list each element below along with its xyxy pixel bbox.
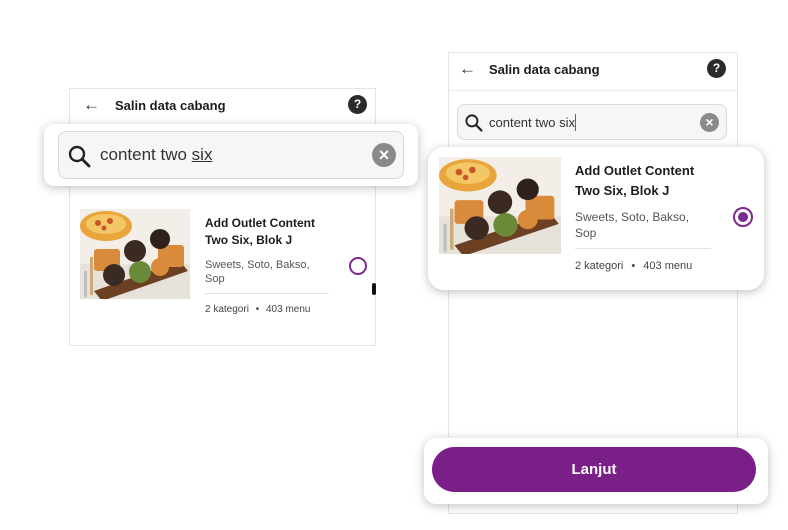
cursor-marker bbox=[372, 283, 376, 295]
kategori-count: 2 kategori bbox=[205, 304, 249, 315]
select-radio-checked[interactable] bbox=[733, 207, 753, 227]
text-cursor bbox=[575, 114, 576, 131]
select-radio[interactable] bbox=[349, 257, 367, 275]
page-title: Salin data cabang bbox=[489, 62, 600, 77]
search-value-underlined: six bbox=[191, 145, 213, 164]
search-input[interactable]: content two six × bbox=[58, 131, 404, 179]
outlet-title: Add Outlet Content Two Six, Blok J bbox=[205, 216, 315, 247]
right-header: ← Salin data cabang ? bbox=[448, 52, 738, 86]
outlet-list-item-selected[interactable]: Add Outlet Content Two Six, Blok J Sweet… bbox=[428, 147, 764, 290]
kategori-count: 2 kategori bbox=[575, 260, 624, 272]
search-icon bbox=[465, 114, 483, 132]
outlet-meta: 2 kategori • 403 menu bbox=[205, 304, 310, 315]
continue-button[interactable]: Lanjut bbox=[432, 447, 756, 492]
help-icon[interactable]: ? bbox=[707, 59, 726, 78]
divider bbox=[448, 90, 738, 91]
divider bbox=[205, 293, 329, 294]
outlet-thumbnail bbox=[80, 209, 190, 299]
page-title: Salin data cabang bbox=[115, 98, 226, 113]
clear-icon[interactable]: × bbox=[700, 113, 719, 132]
arrow-left-icon[interactable]: ← bbox=[83, 96, 100, 113]
dot-separator: • bbox=[631, 260, 636, 272]
search-icon bbox=[68, 145, 91, 168]
menu-count: 403 menu bbox=[266, 304, 311, 315]
search-value: content two six bbox=[489, 115, 575, 130]
dot-separator: • bbox=[255, 304, 260, 315]
outlet-meta: 2 kategori • 403 menu bbox=[575, 260, 692, 272]
outlet-categories: Sweets, Soto, Bakso, Sop bbox=[205, 259, 310, 285]
radio-dot bbox=[738, 212, 748, 222]
search-popout: content two six × bbox=[44, 124, 418, 186]
outlet-thumbnail bbox=[439, 157, 561, 254]
arrow-left-icon[interactable]: ← bbox=[459, 60, 476, 77]
help-icon[interactable]: ? bbox=[348, 95, 367, 114]
divider bbox=[575, 248, 711, 249]
left-header: ← Salin data cabang ? bbox=[69, 88, 376, 122]
menu-count: 403 menu bbox=[643, 260, 693, 272]
clear-icon[interactable]: × bbox=[372, 143, 396, 167]
outlet-categories: Sweets, Soto, Bakso, Sop bbox=[575, 210, 690, 240]
search-value: content two six bbox=[100, 145, 213, 164]
button-popout: Lanjut bbox=[424, 438, 768, 504]
search-input[interactable]: content two six × bbox=[457, 104, 727, 140]
outlet-list-item[interactable]: Add Outlet Content Two Six, Blok J Sweet… bbox=[69, 200, 376, 330]
outlet-title: Add Outlet Content Two Six, Blok J bbox=[575, 163, 695, 198]
